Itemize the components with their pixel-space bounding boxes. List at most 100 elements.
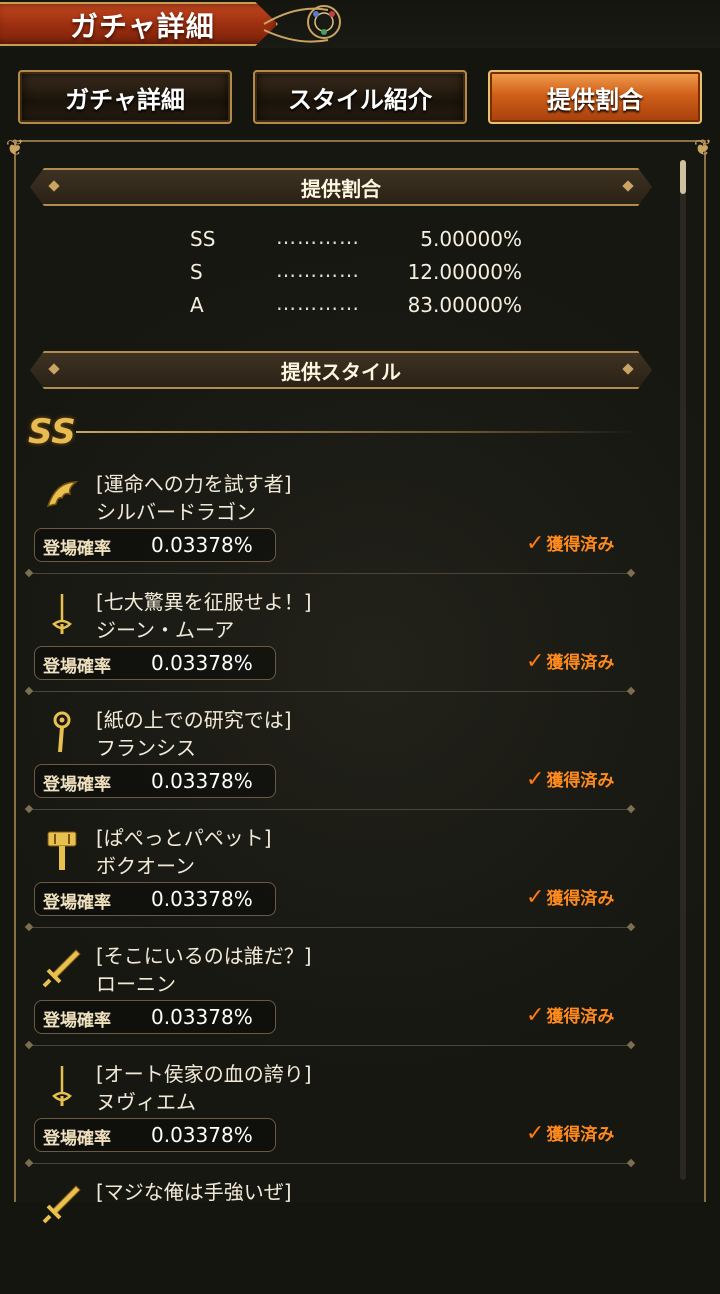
style-name: フランシス [96,736,196,760]
probability-pill: 登場確率 0.03378% [34,1118,276,1152]
probability-pill: 登場確率 0.03378% [34,646,276,680]
checkmark-icon: ✓ [526,767,545,792]
checkmark-icon: ✓ [526,1121,545,1146]
rapier-icon [40,592,84,636]
claw-icon [40,474,84,518]
style-entry[interactable]: [マジな俺は手強いぜ] [30,1176,640,1294]
owned-badge: ✓ 獲得済み [526,884,614,910]
style-name: シルバードラゴン [96,500,256,524]
style-entry[interactable]: [七大驚異を征服せよ！] ジーン・ムーア 登場確率 0.03378% ✓ 獲得済み [26,586,640,704]
rate-value: 5.00000% [420,227,522,251]
style-subtitle: [そこにいるのは誰だ？] [96,944,312,968]
probability-pill: 登場確率 0.03378% [34,528,276,562]
owned-badge: ✓ 獲得済み [526,766,614,792]
owned-label: 獲得済み [546,535,615,555]
style-entry[interactable]: [オート侯家の血の誇り] ヌヴィエム 登場確率 0.03378% ✓ 獲得済み [26,1058,640,1176]
checkmark-icon: ✓ [526,885,545,910]
page-title: ガチャ詳細 [70,10,215,43]
rate-dots: ………… [276,258,360,282]
probability-label: 登場確率 [43,775,111,795]
rate-rarity: SS [190,227,216,251]
hammer-icon [40,828,84,872]
entry-divider [26,1163,634,1164]
entry-divider [26,1045,634,1046]
style-name: ボクオーン [96,854,195,878]
rate-value: 83.00000% [407,293,522,317]
sword-icon [40,946,84,990]
scrollbar-thumb[interactable] [680,160,686,194]
rate-dots: ………… [276,225,360,249]
diamond-icon [48,180,59,191]
tab-label: 提供割合 [547,85,643,114]
diamond-icon [622,180,633,191]
rarity-ss-mark: SS [28,412,76,452]
sword-icon [40,1182,84,1226]
checkmark-icon: ✓ [526,531,545,556]
rarity-divider [76,431,636,433]
corner-ornament-icon: ❦ [693,136,713,161]
style-name: ローニン [96,972,176,996]
entry-divider [26,691,634,692]
owned-label: 獲得済み [546,653,615,673]
probability-label: 登場確率 [43,1129,111,1149]
rate-row: A ………… 83.00000% [190,291,530,323]
owned-badge: ✓ 獲得済み [526,1120,614,1146]
owned-label: 獲得済み [546,771,615,791]
style-subtitle: [運命への力を試す者] [96,472,292,496]
style-entry[interactable]: [そこにいるのは誰だ？] ローニン 登場確率 0.03378% ✓ 獲得済み [26,940,640,1058]
probability-value: 0.03378% [151,1005,253,1029]
probability-pill: 登場確率 0.03378% [34,882,276,916]
probability-label: 登場確率 [43,657,111,677]
compass-ornament-icon [263,5,341,43]
rate-rarity: S [190,260,203,284]
rapier-icon [40,1064,84,1108]
header-bar: ガチャ詳細 [0,0,720,48]
corner-ornament-icon: ❦ [5,136,25,161]
style-subtitle: [オート侯家の血の誇り] [96,1062,312,1086]
owned-badge: ✓ 獲得済み [526,530,614,556]
probability-value: 0.03378% [151,887,253,911]
tab-gacha-details[interactable]: ガチャ詳細 [18,70,232,124]
probability-value: 0.03378% [151,533,253,557]
owned-label: 獲得済み [546,889,615,909]
diamond-icon [48,363,59,374]
owned-label: 獲得済み [546,1007,615,1027]
entry-divider [26,809,634,810]
tab-style-intro[interactable]: スタイル紹介 [253,70,467,124]
probability-pill: 登場確率 0.03378% [34,1000,276,1034]
entry-divider [26,573,634,574]
style-subtitle: [ぱぺっとパペット] [96,826,272,850]
style-name: ヌヴィエム [96,1090,196,1114]
rate-row: SS ………… 5.00000% [190,225,530,257]
tab-label: スタイル紹介 [288,85,432,114]
diamond-icon [622,363,633,374]
staff-icon [40,710,84,754]
style-entry[interactable]: [運命への力を試す者] シルバードラゴン 登場確率 0.03378% ✓ 獲得済み [26,468,640,586]
probability-value: 0.03378% [151,651,253,675]
section-title: 提供スタイル [281,359,401,384]
owned-badge: ✓ 獲得済み [526,1002,614,1028]
style-subtitle: [七大驚異を征服せよ！] [96,590,312,614]
owned-label: 獲得済み [546,1125,615,1145]
section-header-rates: 提供割合 [30,168,652,206]
section-title: 提供割合 [301,176,381,201]
probability-label: 登場確率 [43,539,111,559]
tab-label: ガチャ詳細 [65,85,185,114]
rate-row: S ………… 12.00000% [190,258,530,290]
scrollbar[interactable] [680,160,686,1180]
probability-value: 0.03378% [151,1123,253,1147]
owned-badge: ✓ 獲得済み [526,648,614,674]
rate-rarity: A [190,293,204,317]
probability-value: 0.03378% [151,769,253,793]
style-name: ジーン・ムーア [96,618,235,642]
probability-label: 登場確率 [43,893,111,913]
section-header-styles: 提供スタイル [30,351,652,389]
style-entry[interactable]: [紙の上での研究では] フランシス 登場確率 0.03378% ✓ 獲得済み [26,704,640,822]
rate-dots: ………… [276,291,360,315]
checkmark-icon: ✓ [526,1003,545,1028]
style-subtitle: [マジな俺は手強いぜ] [96,1180,292,1204]
style-entry[interactable]: [ぱぺっとパペット] ボクオーン 登場確率 0.03378% ✓ 獲得済み [26,822,640,940]
rate-value: 12.00000% [407,260,522,284]
probability-label: 登場確率 [43,1011,111,1031]
tab-offer-rates[interactable]: 提供割合 [488,70,702,124]
